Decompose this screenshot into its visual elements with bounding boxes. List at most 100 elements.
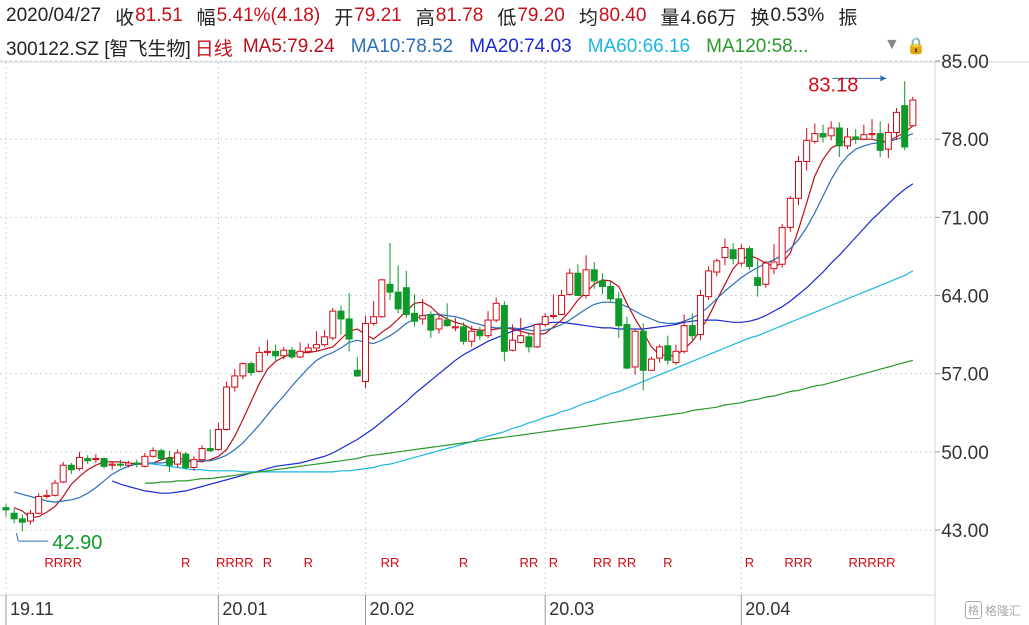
candle [116, 459, 124, 468]
r-marker: RRR [784, 555, 812, 570]
candle [76, 451, 84, 471]
max-pointer-arrow [880, 75, 887, 82]
candle [451, 317, 459, 332]
r-marker: R [745, 555, 754, 570]
candle [696, 289, 704, 341]
max-price-label: 83.18 [808, 74, 858, 96]
candle [361, 315, 369, 389]
candle-body [51, 482, 59, 496]
candle-body [721, 246, 729, 259]
candle-body [451, 326, 459, 329]
candle [288, 346, 296, 360]
candle [345, 293, 353, 352]
logo-badge: 格 [964, 601, 982, 619]
ma5-line [13, 125, 914, 519]
r-marker: R [549, 555, 558, 570]
candle-body [737, 248, 745, 264]
ma10-line [14, 133, 914, 503]
candle-body [468, 330, 476, 342]
candle [541, 313, 549, 327]
min-price-label: 42.90 [52, 532, 102, 554]
candle-body [509, 339, 517, 351]
candle-body [811, 133, 819, 142]
candle-body [84, 458, 92, 462]
candle [182, 451, 190, 470]
candle [827, 121, 835, 141]
candle [647, 356, 655, 371]
candle-body [443, 319, 451, 327]
candle [705, 266, 713, 300]
watermark-logo: 格 格隆汇 [964, 601, 1021, 619]
candle-body [35, 496, 43, 514]
candle-body [558, 295, 566, 315]
candle-body [239, 363, 247, 377]
candle [296, 342, 304, 359]
candle [263, 340, 271, 356]
candle-body [223, 386, 231, 431]
candle-body [43, 494, 51, 497]
candle-body [2, 507, 10, 511]
candle [745, 246, 753, 270]
candle [754, 259, 762, 297]
candle-body [378, 279, 386, 318]
candle-body [394, 291, 402, 310]
candle [353, 356, 361, 378]
candle-body [484, 319, 492, 337]
candle-body [141, 455, 149, 467]
candle-body [852, 136, 860, 140]
candle [558, 289, 566, 315]
candle [67, 463, 75, 475]
candle [141, 452, 149, 468]
r-marker: RRRR [216, 555, 254, 570]
candle-body [762, 262, 770, 285]
candle-body [198, 447, 206, 461]
candle-body [59, 464, 67, 483]
candle-body [909, 99, 917, 127]
candle-body [280, 349, 288, 357]
candle-body [386, 283, 394, 293]
candlestick-chart: 83.1842.90RRRR R RRRR R R RR R RR R RR RR R R RRR RRRR… [0, 52, 1029, 625]
candle [18, 514, 26, 532]
candle-body [664, 345, 672, 361]
candle [280, 346, 288, 360]
r-marker: RR [618, 555, 637, 570]
candle [370, 301, 378, 326]
candle [884, 123, 892, 159]
candle-body [582, 269, 590, 297]
candle-body [10, 512, 18, 520]
candle [231, 369, 239, 392]
candle [615, 292, 623, 338]
candle-body [108, 463, 116, 466]
candle [157, 448, 165, 461]
candle [729, 243, 737, 265]
candle [255, 346, 263, 373]
candle [688, 313, 696, 341]
x-tick-label: 20.01 [222, 599, 267, 619]
candle-body [288, 349, 296, 358]
candle [476, 326, 484, 341]
candle-body [411, 312, 418, 322]
candle-body [696, 295, 704, 336]
candle-body [353, 369, 361, 377]
candle [312, 331, 320, 352]
r-marker: R [181, 555, 190, 570]
candle-body [615, 298, 623, 327]
candle [868, 119, 876, 139]
candle [876, 121, 884, 158]
candle [533, 323, 541, 348]
candle-body [76, 456, 84, 470]
candle [272, 344, 280, 361]
r-marker: R [459, 555, 468, 570]
x-tick-label: 20.03 [549, 599, 594, 619]
x-tick-label: 20.02 [369, 599, 414, 619]
candle [435, 313, 443, 334]
candle-body [844, 136, 852, 147]
candle-body [876, 133, 884, 151]
r-marker: RRRR [44, 555, 82, 570]
candle [198, 445, 206, 461]
y-tick-label: 57.00 [941, 365, 989, 386]
r-marker: R [263, 555, 272, 570]
candle [492, 297, 500, 323]
candle-body [631, 330, 639, 368]
y-tick-label: 71.00 [941, 208, 989, 229]
